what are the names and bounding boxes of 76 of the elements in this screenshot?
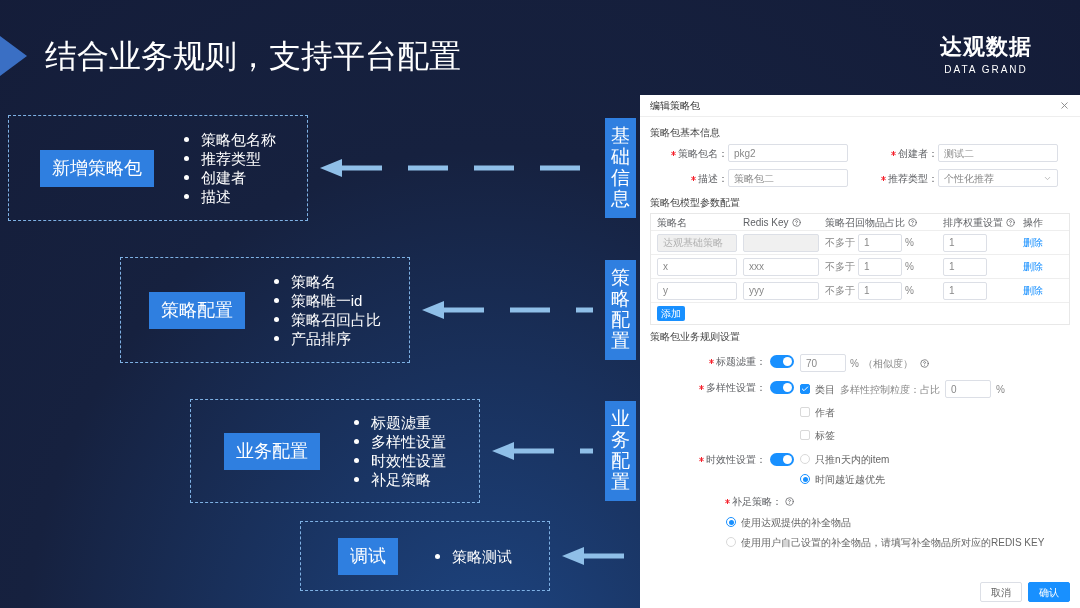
bullet-text: 策略测试 bbox=[452, 546, 512, 566]
bullet-text: 策略包名称 bbox=[201, 130, 277, 149]
slide-title: 结合业务规则，支持平台配置 bbox=[45, 37, 461, 76]
column-header: Redis Key bbox=[743, 215, 789, 230]
bullet-text: 策略名 bbox=[290, 272, 336, 291]
text-field[interactable]: 1 bbox=[858, 257, 902, 276]
bullet-text: 描述 bbox=[201, 187, 232, 206]
option-note: 多样性控制粒度：占比 bbox=[840, 382, 940, 397]
text-field[interactable]: pkg2 bbox=[728, 144, 848, 162]
module-label: 调试 bbox=[338, 537, 398, 575]
unit-text: % bbox=[905, 284, 914, 298]
bullet-text: 标题滤重 bbox=[370, 413, 431, 432]
delete-link[interactable]: 删除 bbox=[1023, 259, 1063, 274]
option-label: 使用达观提供的补全物品 bbox=[741, 515, 851, 530]
section-title: 策略包基本信息 bbox=[650, 126, 721, 140]
bullet-text: 策略唯一id bbox=[290, 291, 363, 310]
bullet-text: 补足策略 bbox=[370, 470, 431, 489]
confirm-button[interactable]: 确认 bbox=[1028, 582, 1070, 602]
column-header: 策略名 bbox=[657, 215, 687, 230]
text-field[interactable]: 0 bbox=[945, 380, 991, 398]
bullet-text: 产品排序 bbox=[290, 329, 351, 348]
bullet-text: 策略召回占比 bbox=[290, 310, 381, 329]
rule-label: 多样性设置： bbox=[706, 381, 766, 395]
limit-text: 不多于 bbox=[825, 260, 855, 274]
note-text: （相似度） bbox=[862, 356, 913, 371]
section-tag: 业务配置 bbox=[605, 401, 636, 501]
unit-text: % bbox=[850, 356, 859, 371]
unit-text: % bbox=[905, 236, 914, 250]
dialog-title: 编辑策略包 bbox=[650, 99, 700, 113]
text-field[interactable]: yyy bbox=[743, 281, 819, 300]
section-title: 策略包模型参数配置 bbox=[650, 196, 741, 210]
text-field[interactable]: 测试二 bbox=[938, 144, 1058, 162]
text-field[interactable]: y bbox=[657, 281, 737, 300]
delete-link[interactable]: 删除 bbox=[1023, 283, 1063, 298]
add-button[interactable]: 添加 bbox=[657, 306, 685, 321]
option-label: 作者 bbox=[815, 405, 835, 420]
module-label: 业务配置 bbox=[224, 432, 321, 470]
limit-text: 不多于 bbox=[825, 236, 855, 250]
text-field[interactable]: 1 bbox=[858, 281, 902, 300]
section-tag: 策略配置 bbox=[605, 260, 636, 360]
section-tag: 基础信息 bbox=[605, 118, 636, 218]
cancel-button[interactable]: 取消 bbox=[980, 582, 1022, 602]
text-field[interactable]: 1 bbox=[943, 281, 987, 300]
rule-label: 标题滤重： bbox=[716, 355, 766, 369]
select-field[interactable]: 个性化推荐 bbox=[938, 169, 1058, 187]
column-header: 策略召回物品占比 bbox=[825, 215, 905, 230]
text-field[interactable]: 1 bbox=[943, 257, 987, 276]
field-label: 推荐类型： bbox=[888, 171, 938, 186]
column-header: 操作 bbox=[1023, 215, 1043, 230]
rule-label: 补足策略： bbox=[732, 495, 782, 509]
option-label: 标签 bbox=[815, 428, 835, 443]
module-label: 新增策略包 bbox=[39, 149, 154, 187]
option-label: 类目 bbox=[815, 382, 835, 397]
rule-label: 时效性设置： bbox=[706, 453, 766, 467]
bullet-text: 多样性设置 bbox=[370, 432, 446, 451]
text-field[interactable]: x bbox=[657, 257, 737, 276]
option-label: 只推n天内的item bbox=[815, 452, 890, 467]
unit-text: % bbox=[905, 260, 914, 274]
text-field[interactable]: 70 bbox=[800, 354, 846, 372]
column-header: 排序权重设置 bbox=[943, 215, 1003, 230]
section-title: 策略包业务规则设置 bbox=[650, 330, 741, 344]
text-field[interactable]: 策略包二 bbox=[728, 169, 848, 187]
field-label: 策略包名： bbox=[678, 146, 728, 161]
field-label: 描述： bbox=[698, 171, 728, 186]
text-field[interactable]: xxx bbox=[743, 257, 819, 276]
option-label: 时间越近越优先 bbox=[815, 472, 885, 487]
logo-tagline: DATA GRAND bbox=[944, 63, 1028, 77]
module-label: 策略配置 bbox=[149, 291, 246, 329]
logo-name: 达观数据 bbox=[940, 34, 1032, 60]
unit-text: % bbox=[996, 382, 1005, 397]
limit-text: 不多于 bbox=[825, 284, 855, 298]
bullet-text: 推荐类型 bbox=[201, 149, 262, 168]
option-label: 使用用户自己设置的补全物品，请填写补全物品所对应的REDIS KEY bbox=[741, 535, 1045, 550]
field-label: 创建者： bbox=[898, 146, 938, 161]
bullet-text: 时效性设置 bbox=[370, 451, 446, 470]
bullet-text: 创建者 bbox=[201, 168, 247, 187]
